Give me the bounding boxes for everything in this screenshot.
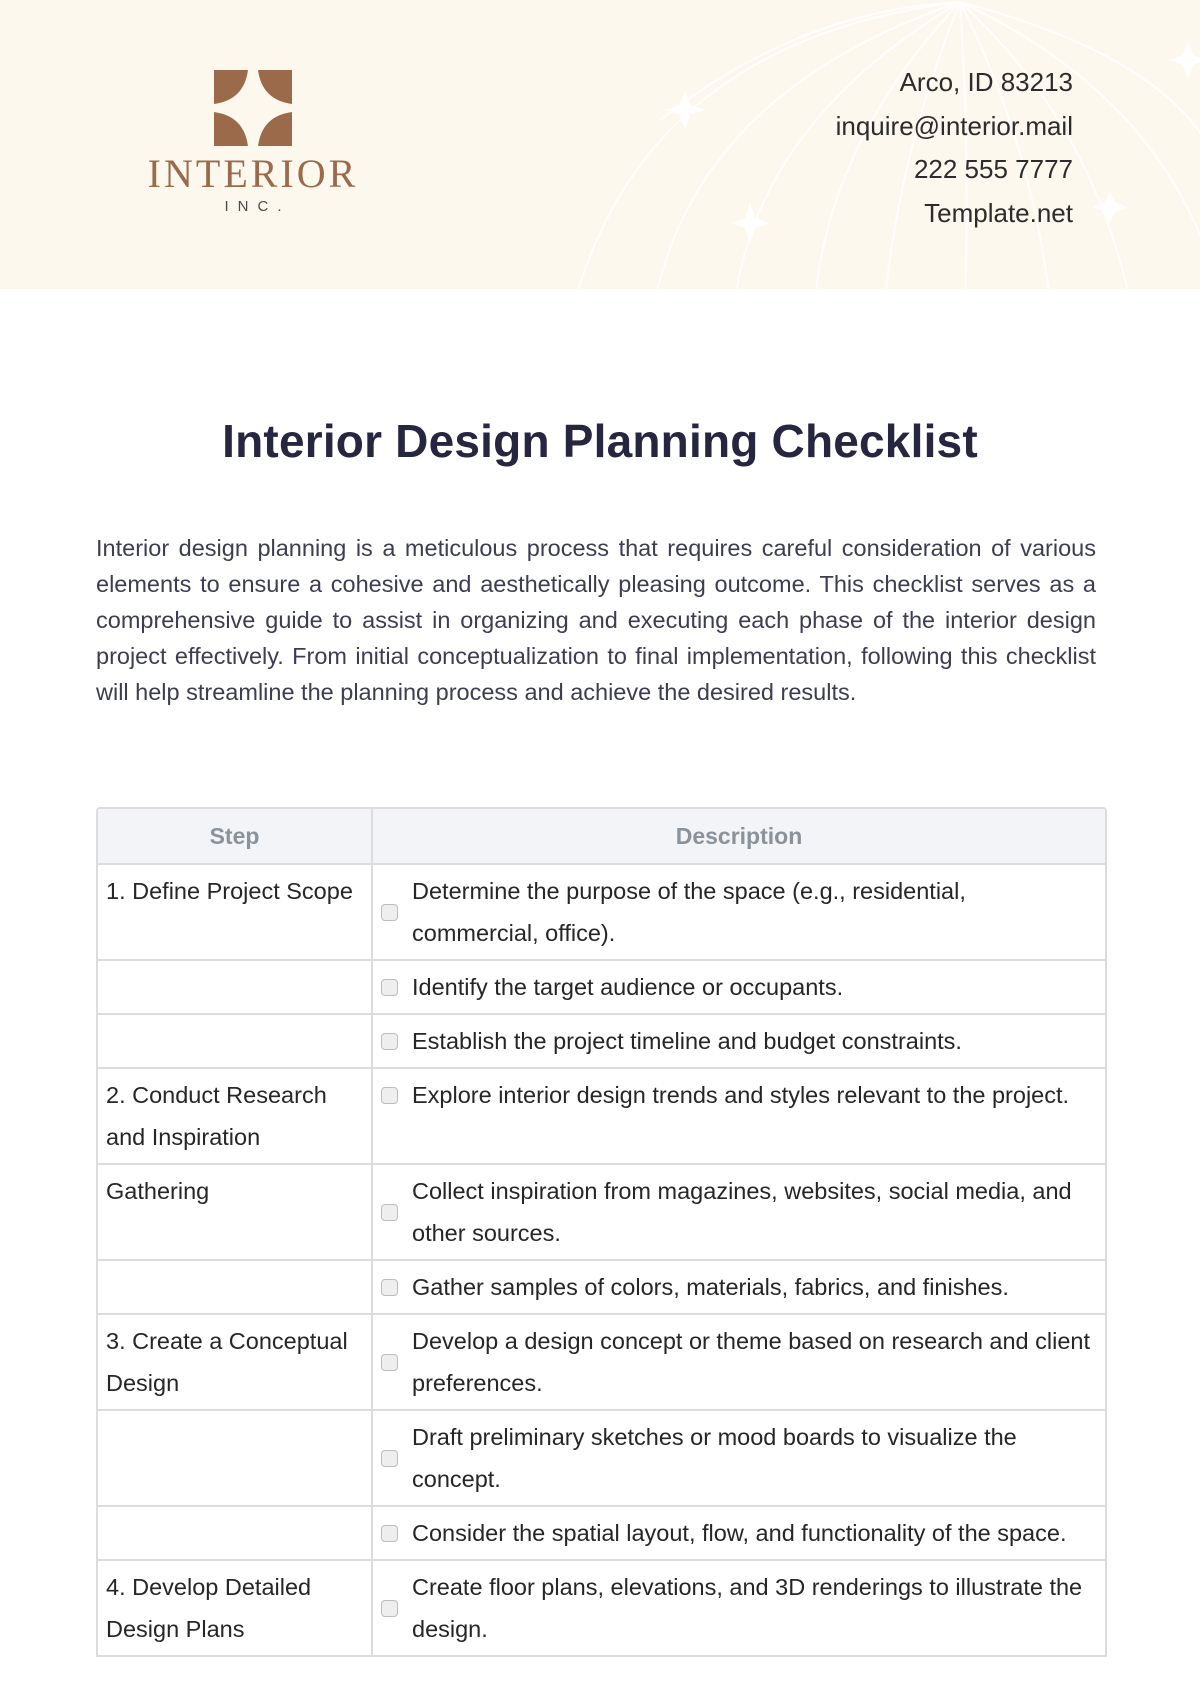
step-cell: 3. Create a Conceptual Design xyxy=(98,1314,373,1411)
checklist-item: Create floor plans, elevations, and 3D r… xyxy=(379,1566,1095,1650)
checkbox[interactable] xyxy=(381,903,398,921)
description-cell: Consider the spatial layout, flow, and f… xyxy=(372,1506,1105,1561)
step-cell: Gathering xyxy=(98,1164,373,1261)
logo-subtitle: INC. xyxy=(224,198,291,215)
table-row: Gather samples of colors, materials, fab… xyxy=(98,1260,1105,1315)
step-cell xyxy=(98,1410,373,1507)
description-cell: Create floor plans, elevations, and 3D r… xyxy=(372,1560,1105,1657)
checklist-item: Collect inspiration from magazines, webs… xyxy=(379,1170,1095,1254)
table-body: 1. Define Project Scope Determine the pur… xyxy=(98,864,1105,1657)
checklist-item: Determine the purpose of the space (e.g.… xyxy=(379,870,1095,954)
table-row: Consider the spatial layout, flow, and f… xyxy=(98,1506,1105,1561)
step-cell: 4. Develop Detailed Design Plans xyxy=(98,1560,373,1657)
checklist-item: Consider the spatial layout, flow, and f… xyxy=(379,1512,1095,1554)
table-row: Gathering Collect inspiration from magazi… xyxy=(98,1164,1105,1261)
company-logo: INTERIOR INC. xyxy=(122,70,384,216)
checklist-table-container: Step Description 1. Define Project Scope… xyxy=(96,807,1107,1657)
checkbox[interactable] xyxy=(381,1203,398,1221)
description-text: Develop a design concept or theme based … xyxy=(412,1328,1091,1396)
description-cell: Identify the target audience or occupant… xyxy=(372,960,1105,1015)
description-cell: Determine the purpose of the space (e.g.… xyxy=(372,864,1105,961)
contact-phone: 222 555 7777 xyxy=(913,154,1073,184)
description-cell: Develop a design concept or theme based … xyxy=(372,1314,1105,1411)
checkbox[interactable] xyxy=(381,1524,398,1542)
contact-block: Arco, ID 83213 inquire@interior.mail 222… xyxy=(836,61,1073,235)
step-cell: 1. Define Project Scope xyxy=(98,864,373,961)
checklist-item: Gather samples of colors, materials, fab… xyxy=(379,1266,1095,1308)
description-text: Explore interior design trends and style… xyxy=(412,1082,1070,1108)
checklist-item: Explore interior design trends and style… xyxy=(379,1074,1095,1116)
step-cell xyxy=(98,1506,373,1561)
description-cell: Establish the project timeline and budge… xyxy=(372,1014,1105,1069)
step-cell xyxy=(98,960,373,1015)
contact-address: Arco, ID 83213 xyxy=(899,67,1073,97)
checklist-item: Establish the project timeline and budge… xyxy=(379,1020,1095,1062)
table-row: 2. Conduct Research and Inspiration Explo… xyxy=(98,1068,1105,1165)
column-header-step: Step xyxy=(98,809,373,865)
checklist-item: Draft preliminary sketches or mood board… xyxy=(379,1416,1095,1500)
description-text: Consider the spatial layout, flow, and f… xyxy=(412,1520,1067,1546)
sparkle-icon xyxy=(1170,40,1200,80)
checkbox[interactable] xyxy=(381,1278,398,1296)
contact-website[interactable]: Template.net xyxy=(836,192,1073,236)
description-cell: Collect inspiration from magazines, webs… xyxy=(372,1164,1105,1261)
checklist-item: Develop a design concept or theme based … xyxy=(379,1320,1095,1404)
description-cell: Gather samples of colors, materials, fab… xyxy=(372,1260,1105,1315)
checkbox[interactable] xyxy=(381,978,398,996)
logo-mark-icon xyxy=(214,70,292,146)
table-row: Draft preliminary sketches or mood board… xyxy=(98,1410,1105,1507)
checkbox[interactable] xyxy=(381,1353,398,1371)
description-text: Draft preliminary sketches or mood board… xyxy=(412,1424,1017,1492)
checkbox[interactable] xyxy=(381,1449,398,1467)
contact-email[interactable]: inquire@interior.mail xyxy=(836,105,1073,149)
sparkle-icon xyxy=(665,90,705,130)
checkbox[interactable] xyxy=(381,1599,398,1617)
table-row: 3. Create a Conceptual Design Develop a d… xyxy=(98,1314,1105,1411)
description-cell: Draft preliminary sketches or mood board… xyxy=(372,1410,1105,1507)
column-header-description: Description xyxy=(372,809,1105,865)
logo-wordmark: INTERIOR xyxy=(147,151,359,196)
page-title: Interior Design Planning Checklist xyxy=(222,415,978,467)
checkbox[interactable] xyxy=(381,1086,398,1104)
sparkle-icon xyxy=(730,203,770,243)
intro-paragraph: Interior design planning is a meticulous… xyxy=(96,535,1096,705)
table-row: Identify the target audience or occupant… xyxy=(98,960,1105,1015)
description-text: Create floor plans, elevations, and 3D r… xyxy=(412,1574,1083,1642)
letterhead: INTERIOR INC. Arco, ID 83213 inquire@int… xyxy=(0,0,1200,289)
table-row: Establish the project timeline and budge… xyxy=(98,1014,1105,1069)
description-text: Determine the purpose of the space (e.g.… xyxy=(412,878,966,946)
checkbox[interactable] xyxy=(381,1032,398,1050)
step-cell xyxy=(98,1260,373,1315)
step-cell xyxy=(98,1014,373,1069)
checklist-table: Step Description 1. Define Project Scope… xyxy=(98,809,1105,1657)
table-header-row: Step Description xyxy=(98,809,1105,865)
description-text: Identify the target audience or occupant… xyxy=(412,974,844,1000)
checklist-item: Identify the target audience or occupant… xyxy=(379,966,1095,1008)
description-text: Collect inspiration from magazines, webs… xyxy=(412,1178,1072,1246)
step-cell: 2. Conduct Research and Inspiration xyxy=(98,1068,373,1165)
description-text: Gather samples of colors, materials, fab… xyxy=(412,1274,1009,1300)
description-text: Establish the project timeline and budge… xyxy=(412,1028,962,1054)
table-row: 1. Define Project Scope Determine the pur… xyxy=(98,864,1105,961)
description-cell: Explore interior design trends and style… xyxy=(372,1068,1105,1165)
table-row: 4. Develop Detailed Design Plans Create f… xyxy=(98,1560,1105,1657)
